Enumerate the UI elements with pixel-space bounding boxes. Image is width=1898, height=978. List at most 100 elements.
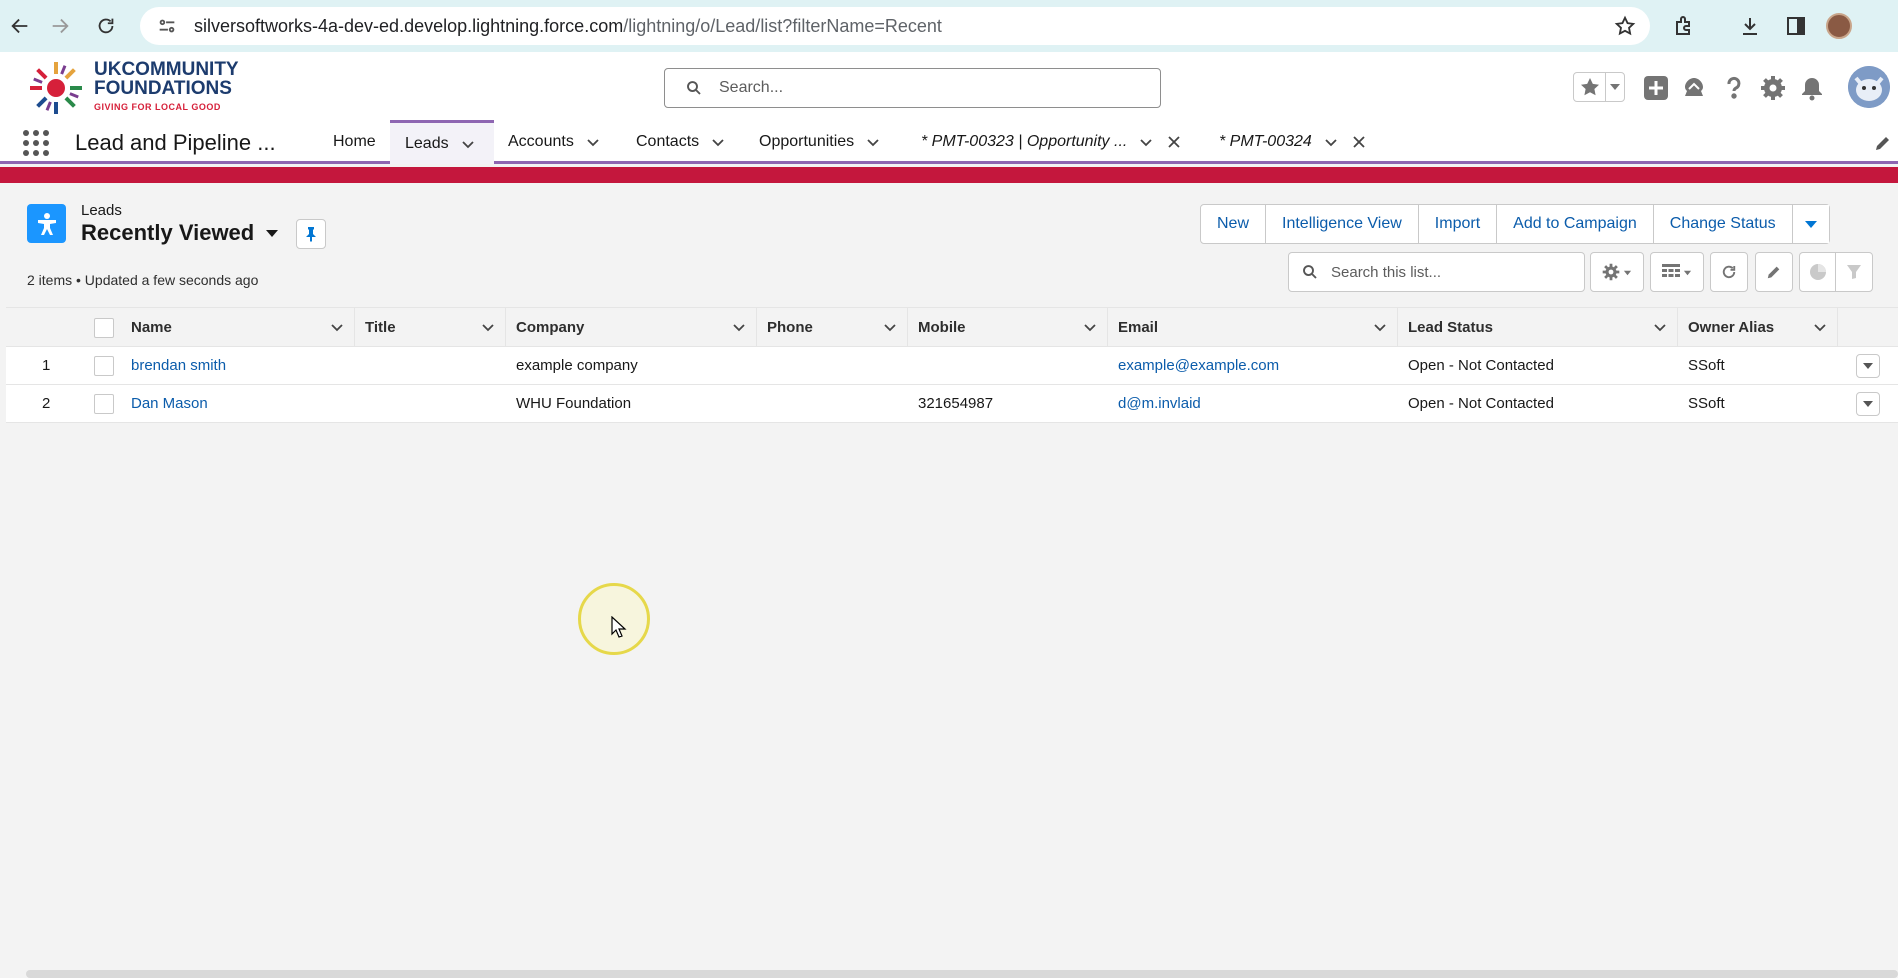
cell-company: example company — [516, 357, 638, 374]
chevron-down-icon[interactable] — [732, 320, 746, 334]
pin-list-button[interactable] — [296, 219, 326, 249]
email-link[interactable]: d@m.invlaid — [1108, 385, 1201, 422]
cell-owner-alias: SSoft — [1688, 357, 1725, 374]
chevron-down-icon[interactable] — [883, 320, 897, 334]
nav-item-accounts[interactable]: Accounts — [494, 120, 612, 164]
setup-gear-icon[interactable] — [1759, 74, 1787, 102]
chevron-down-icon[interactable] — [1813, 320, 1827, 334]
chevron-down-icon[interactable] — [586, 135, 600, 149]
select-all-checkbox[interactable] — [94, 317, 114, 338]
filter-button[interactable] — [1836, 253, 1872, 291]
caret-down-icon — [1623, 270, 1632, 275]
site-settings-icon[interactable] — [156, 15, 178, 37]
bookmark-star-icon[interactable] — [1614, 15, 1636, 37]
search-icon — [687, 81, 701, 95]
favorites-button[interactable] — [1573, 72, 1625, 102]
chevron-down-icon[interactable] — [481, 320, 495, 334]
column-label: Title — [365, 319, 396, 336]
column-header-title[interactable]: Title — [355, 308, 506, 347]
display-as-table-button[interactable] — [1650, 252, 1704, 292]
column-label: Name — [131, 319, 172, 336]
browser-toolbar: silversoftworks-4a-dev-ed.develop.lightn… — [0, 0, 1898, 52]
chevron-down-icon[interactable] — [1373, 320, 1387, 334]
back-icon[interactable] — [0, 6, 40, 46]
reload-icon[interactable] — [86, 6, 126, 46]
row-actions-button[interactable] — [1856, 354, 1880, 378]
chevron-down-icon[interactable] — [461, 137, 475, 151]
new-button[interactable]: New — [1201, 205, 1266, 243]
refresh-button[interactable] — [1710, 252, 1748, 292]
row-checkbox[interactable] — [94, 355, 114, 376]
lead-name-link[interactable]: Dan Mason — [121, 385, 208, 422]
horizontal-scrollbar[interactable] — [26, 970, 1898, 978]
row-actions-button[interactable] — [1856, 392, 1880, 416]
download-icon[interactable] — [1738, 0, 1762, 52]
add-to-campaign-button[interactable]: Add to Campaign — [1496, 205, 1653, 243]
chevron-down-icon[interactable] — [1653, 320, 1667, 334]
column-header-company[interactable]: Company — [506, 308, 757, 347]
nav-item-home[interactable]: Home — [320, 120, 390, 164]
notifications-bell-icon[interactable] — [1798, 74, 1826, 102]
caret-down-icon — [1863, 401, 1873, 407]
profile-avatar[interactable] — [1826, 0, 1852, 52]
tab-pmt-00323[interactable]: * PMT-00323 | Opportunity ... — [908, 120, 1198, 164]
trailhead-icon[interactable] — [1680, 74, 1708, 102]
nav-item-contacts[interactable]: Contacts — [622, 120, 742, 164]
logo-tagline: GIVING FOR LOCAL GOOD — [94, 102, 221, 112]
more-actions-button[interactable] — [1791, 205, 1829, 243]
chevron-down-icon[interactable] — [711, 135, 725, 149]
row-checkbox[interactable] — [94, 393, 114, 414]
chevron-down-icon — [1610, 84, 1620, 90]
user-avatar[interactable] — [1848, 66, 1890, 108]
chevron-down-icon[interactable] — [1139, 135, 1153, 149]
close-icon[interactable] — [1352, 135, 1366, 149]
lead-name-link[interactable]: brendan smith — [121, 347, 226, 384]
app-launcher-icon[interactable] — [22, 129, 50, 157]
intelligence-view-button[interactable]: Intelligence View — [1265, 205, 1418, 243]
edit-nav-pencil-icon[interactable] — [1874, 134, 1892, 152]
forward-icon[interactable] — [40, 6, 80, 46]
column-header-name[interactable]: Name — [121, 308, 355, 347]
column-label: Owner Alias — [1688, 319, 1775, 336]
close-icon[interactable] — [1167, 135, 1181, 149]
email-link[interactable]: example@example.com — [1108, 347, 1279, 384]
favorite-star-icon — [1581, 78, 1599, 96]
filter-icon — [1847, 265, 1861, 279]
sidebar-icon[interactable] — [1784, 0, 1808, 52]
nav-item-opportunities[interactable]: Opportunities — [746, 120, 896, 164]
import-button[interactable]: Import — [1417, 205, 1497, 243]
chevron-down-icon[interactable] — [1083, 320, 1097, 334]
chevron-down-icon[interactable] — [330, 320, 344, 334]
select-all-header — [62, 308, 127, 347]
help-icon[interactable] — [1720, 74, 1748, 102]
change-status-button[interactable]: Change Status — [1652, 205, 1792, 243]
column-header-lead-status[interactable]: Lead Status — [1398, 308, 1678, 347]
column-header-email[interactable]: Email — [1108, 308, 1398, 347]
logo-line1: UKCOMMUNITY — [94, 59, 239, 80]
chart-button[interactable] — [1800, 253, 1837, 291]
column-header-owner-alias[interactable]: Owner Alias — [1678, 308, 1838, 347]
column-header-mobile[interactable]: Mobile — [908, 308, 1108, 347]
list-view-selector[interactable]: Recently Viewed — [81, 220, 280, 246]
address-bar[interactable]: silversoftworks-4a-dev-ed.develop.lightn… — [140, 7, 1650, 45]
header-banner — [0, 167, 1898, 183]
list-meta-info: 2 items • Updated a few seconds ago — [27, 272, 259, 288]
global-search-input[interactable]: Search... — [664, 68, 1161, 108]
inline-edit-button[interactable] — [1755, 252, 1793, 292]
global-search-placeholder: Search... — [719, 79, 784, 96]
caret-down-icon — [1863, 363, 1873, 369]
tab-pmt-00324[interactable]: * PMT-00324 — [1206, 120, 1381, 164]
cell-phone — [757, 385, 767, 422]
column-header-phone[interactable]: Phone — [757, 308, 908, 347]
company-logo[interactable]: UKCOMMUNITY FOUNDATIONS GIVING FOR LOCAL… — [28, 60, 240, 116]
list-settings-button[interactable] — [1590, 252, 1644, 292]
nav-item-leads[interactable]: Leads — [390, 120, 494, 164]
nav-item-label: Accounts — [508, 133, 574, 150]
chevron-down-icon[interactable] — [1324, 135, 1338, 149]
extensions-icon[interactable] — [1672, 0, 1696, 52]
logo-line2: FOUNDATIONS — [94, 78, 232, 99]
row-select — [84, 347, 114, 384]
list-search-input[interactable]: Search this list... — [1288, 252, 1585, 292]
global-actions-icon[interactable] — [1642, 74, 1670, 102]
chevron-down-icon[interactable] — [866, 135, 880, 149]
